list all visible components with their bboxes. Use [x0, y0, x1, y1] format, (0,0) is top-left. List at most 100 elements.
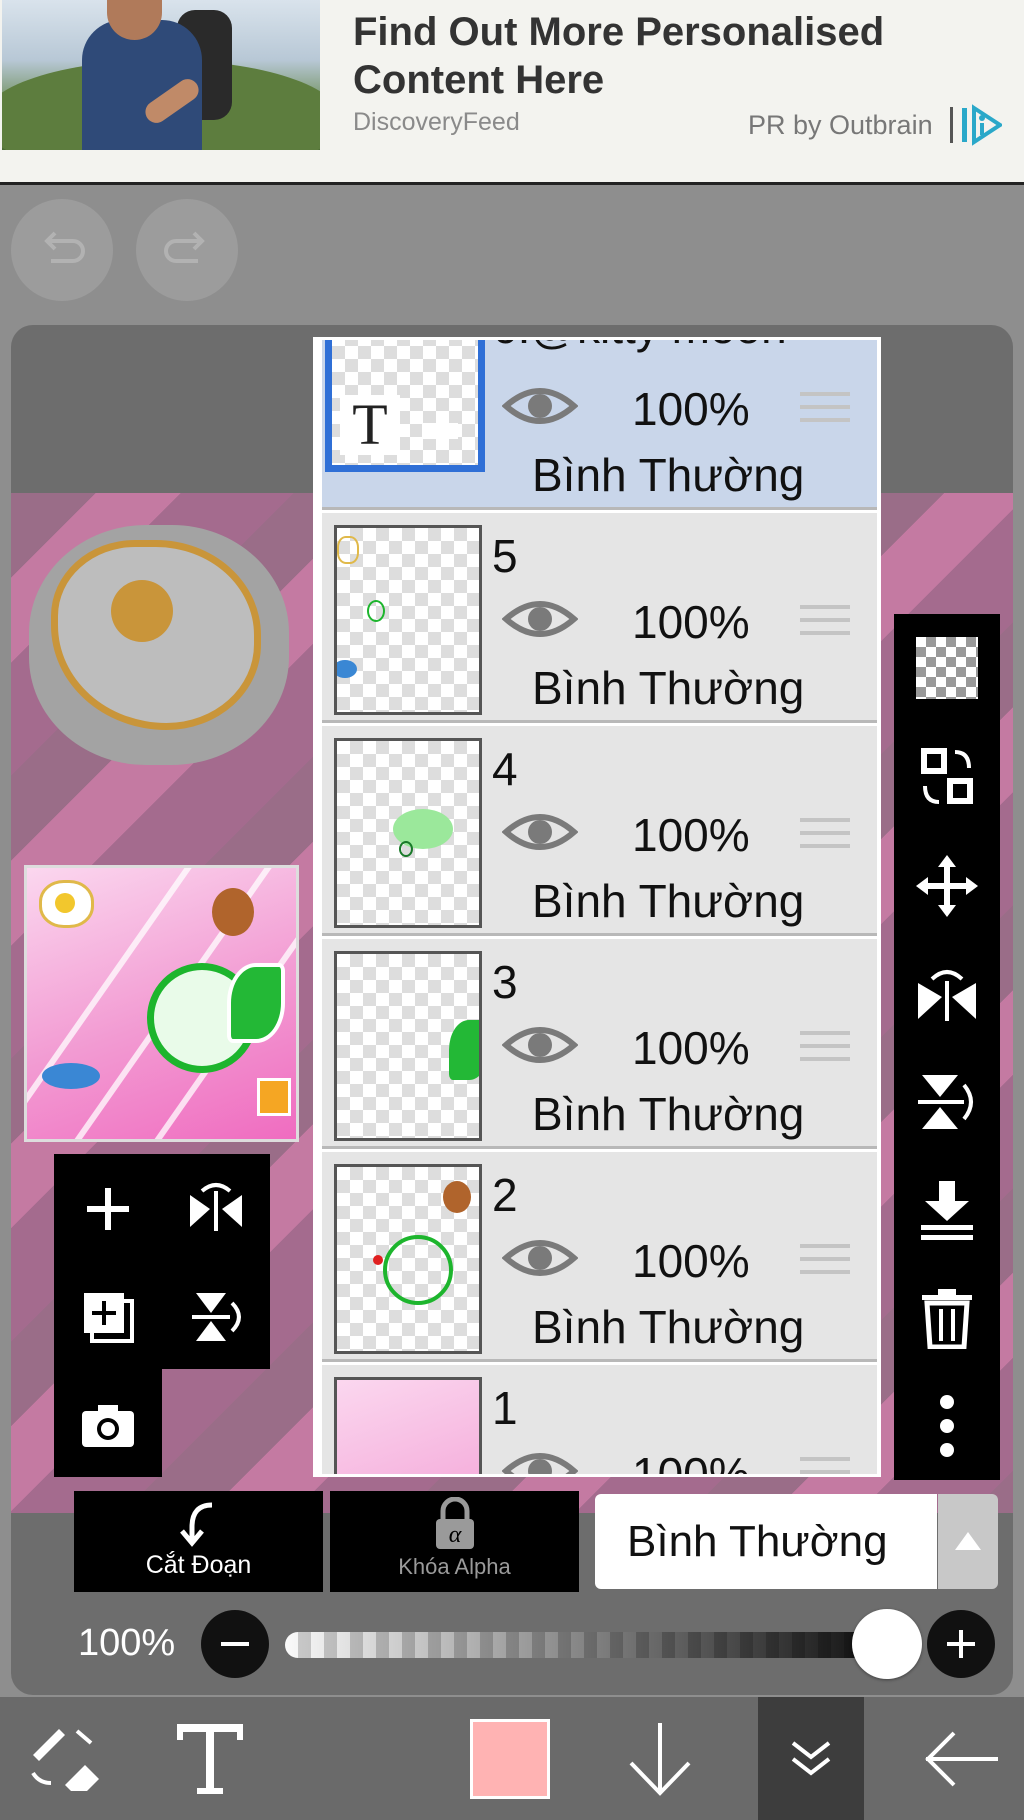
eye-icon[interactable]: [502, 384, 578, 428]
layer-blend-mode: Bình Thường: [532, 875, 805, 927]
brush-eraser-toggle[interactable]: [10, 1697, 120, 1820]
more-vertical-icon: [940, 1395, 954, 1457]
ad-image[interactable]: [2, 0, 320, 150]
canvas-egg-yolk: [111, 580, 173, 642]
swap-layer-button[interactable]: [894, 726, 1000, 826]
ad-pr-label[interactable]: PR by Outbrain: [748, 110, 933, 141]
blend-mode-dropdown-button[interactable]: [938, 1494, 998, 1589]
drag-handle[interactable]: [800, 1031, 850, 1070]
plus-icon: [87, 1188, 129, 1230]
layer-opacity: 100%: [632, 1235, 750, 1287]
alpha-lock-button[interactable]: α Khóa Alpha: [330, 1491, 579, 1592]
drag-handle[interactable]: [800, 1457, 850, 1474]
opacity-increase-button[interactable]: [927, 1610, 995, 1678]
layer-opacity: 100%: [632, 809, 750, 861]
flip-layer-horizontal-button[interactable]: [171, 1164, 261, 1254]
text-icon: [177, 1723, 243, 1794]
layers-toggle-button[interactable]: [758, 1697, 864, 1820]
current-color-swatch: [470, 1718, 550, 1799]
drag-handle[interactable]: [800, 605, 850, 644]
transparency-button[interactable]: [894, 618, 1000, 718]
more-options-button[interactable]: [894, 1376, 1000, 1476]
arrow-down-icon: [629, 1722, 691, 1796]
camera-button[interactable]: [63, 1380, 153, 1470]
layer-row[interactable]: 4 100% Bình Thường: [322, 726, 877, 936]
layer-opacity: 100%: [632, 596, 750, 648]
clipping-label: Cắt Đoạn: [145, 1551, 252, 1579]
layer-opacity: 100%: [632, 383, 750, 435]
layer-blend-mode: Bình Thường: [532, 662, 805, 714]
ad-source: DiscoveryFeed: [353, 108, 520, 136]
redo-button[interactable]: [136, 199, 238, 301]
layer-name: 1: [492, 1382, 518, 1434]
duplicate-layer-icon: [84, 1293, 134, 1343]
undo-button[interactable]: [11, 199, 113, 301]
camera-icon: [82, 1405, 134, 1447]
brush-eraser-icon: [31, 1728, 99, 1791]
layer-row[interactable]: 1 100%: [322, 1365, 877, 1477]
opacity-decrease-button[interactable]: [201, 1610, 269, 1678]
ad-title[interactable]: Find Out More Personalised Content Here: [353, 8, 993, 104]
drag-handle[interactable]: [800, 392, 850, 431]
svg-text:α: α: [449, 1522, 462, 1548]
duplicate-layer-button[interactable]: [63, 1272, 153, 1362]
layer-row[interactable]: 3 100% Bình Thường: [322, 939, 877, 1149]
layer-thumbnail[interactable]: [334, 951, 482, 1141]
color-picker-button[interactable]: [455, 1697, 565, 1820]
layer-row[interactable]: 2 100% Bình Thường: [322, 1152, 877, 1362]
layer-thumbnail[interactable]: T: [325, 340, 485, 472]
back-button[interactable]: [905, 1697, 1015, 1820]
move-layer-down-button[interactable]: [600, 1697, 720, 1820]
layer-name: 2: [492, 1169, 518, 1221]
flip-vertical-button[interactable]: [894, 1052, 1000, 1152]
move-button[interactable]: [894, 836, 1000, 936]
layer-row[interactable]: T 6.@kitty moon 100% Bình Thường: [322, 340, 877, 510]
flip-vertical-icon: [192, 1293, 241, 1341]
text-tool-button[interactable]: [150, 1697, 270, 1820]
move-icon: [916, 855, 978, 917]
eye-icon[interactable]: [502, 1236, 578, 1280]
layer-blend-mode: Bình Thường: [532, 1088, 805, 1140]
drag-handle[interactable]: [800, 818, 850, 857]
flip-horizontal-button[interactable]: [894, 944, 1000, 1044]
flip-layer-vertical-button[interactable]: [171, 1272, 261, 1362]
eye-icon[interactable]: [502, 810, 578, 854]
layer-name: 6.@kitty moon: [492, 340, 787, 354]
opacity-slider-handle[interactable]: [852, 1609, 922, 1679]
flip-horizontal-icon: [190, 1183, 242, 1231]
opacity-slider[interactable]: [285, 1632, 885, 1658]
merge-down-icon: [921, 1181, 973, 1240]
layer-name: 4: [492, 743, 518, 795]
trash-icon: [922, 1289, 972, 1349]
layer-thumbnail[interactable]: [334, 525, 482, 715]
layer-thumbnail[interactable]: [334, 738, 482, 928]
chevron-double-down-icon: [791, 1740, 831, 1776]
bottom-toolbar: [0, 1697, 1024, 1820]
adchoices-icon[interactable]: [960, 104, 1002, 146]
layer-opacity: 100%: [632, 1022, 750, 1074]
layer-blend-mode: Bình Thường: [532, 449, 805, 501]
layers-list[interactable]: T 6.@kitty moon 100% Bình Thường 5 100% …: [313, 337, 881, 1477]
canvas-preview[interactable]: [24, 865, 299, 1142]
drag-handle[interactable]: [800, 1244, 850, 1283]
layer-row[interactable]: 5 100% Bình Thường: [322, 513, 877, 723]
clipping-button[interactable]: Cắt Đoạn: [74, 1491, 323, 1592]
ad-banner[interactable]: Find Out More Personalised Content Here …: [0, 0, 1024, 185]
checkerboard-icon: [916, 637, 978, 699]
arrow-left-icon: [925, 1731, 998, 1786]
layer-thumbnail[interactable]: [334, 1164, 482, 1354]
eye-icon[interactable]: [502, 597, 578, 641]
add-layer-button[interactable]: [63, 1164, 153, 1254]
blend-mode-select[interactable]: Bình Thường: [595, 1494, 937, 1589]
minus-icon: [221, 1642, 249, 1646]
merge-down-button[interactable]: [894, 1160, 1000, 1260]
ad-divider: [950, 107, 953, 143]
layer-thumbnail[interactable]: [334, 1377, 482, 1474]
redo-icon: [164, 231, 205, 263]
delete-layer-button[interactable]: [894, 1268, 1000, 1368]
eye-icon[interactable]: [502, 1449, 578, 1477]
undo-icon: [44, 231, 85, 263]
layer-actions-toolbar: [894, 614, 1000, 1480]
layer-name: 5: [492, 530, 518, 582]
eye-icon[interactable]: [502, 1023, 578, 1067]
